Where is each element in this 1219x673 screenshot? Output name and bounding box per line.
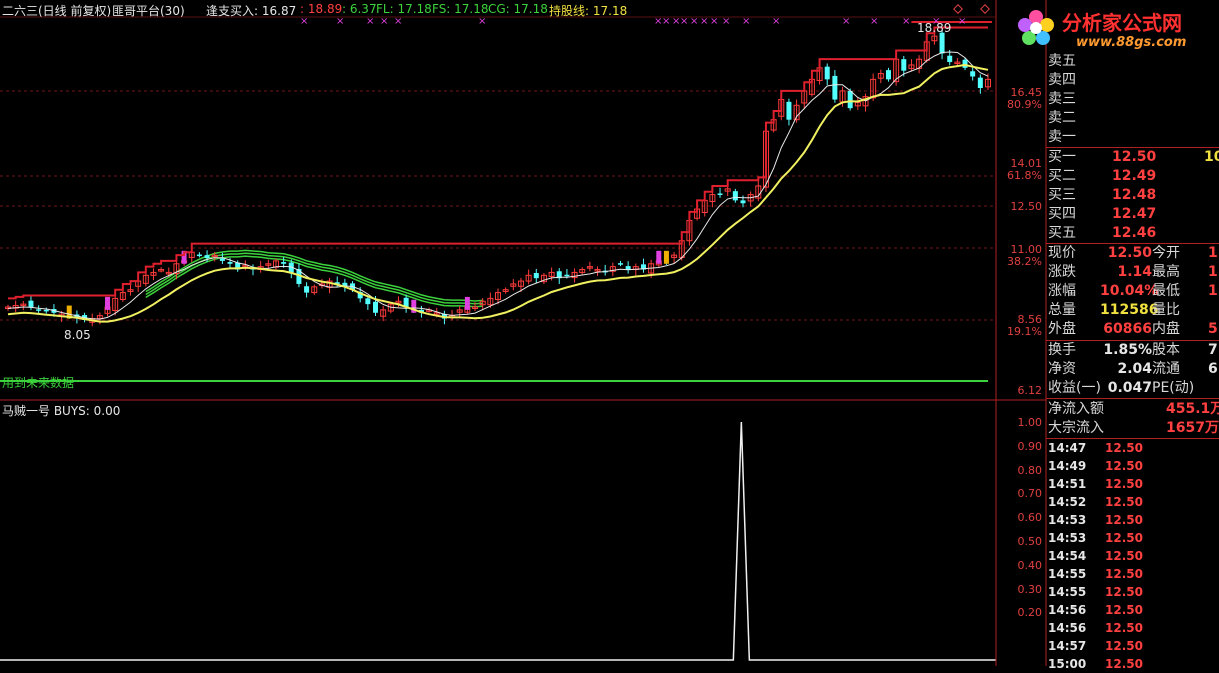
sub-y-label: 0.20 [1017,606,1043,620]
buy-label: 逢支买入: 16.87 [206,4,297,18]
candle-body [947,55,953,63]
header-cg: CG: 17.18 [488,2,548,16]
candle-body [365,298,371,305]
signal-marker: × [742,16,750,27]
sell-level-label: 卖三 [1048,91,1076,107]
candle-body [732,191,738,201]
sub-y-label: 0.30 [1017,582,1043,596]
signal-marker: × [902,16,910,27]
sub-y-label: 0.80 [1017,463,1043,477]
stock-title: 二六三(日线 前复权) [2,4,112,18]
candle-body [962,59,968,68]
header-fl: FL: 17.18 [376,2,432,16]
candle-body [36,309,42,311]
signal-candle [656,250,662,264]
indicator-name: 匪哥平台(30) [112,4,185,18]
y-label-6: 6.12 [1017,384,1043,397]
candle-body [717,193,723,195]
future-data-note: 用到未来数据 [2,376,75,390]
signal-marker: × [478,16,486,27]
logo-text: 分析家公式网 [1062,11,1182,35]
candle-body [219,258,225,261]
candle-body [970,71,976,77]
signal-marker: × [690,16,698,27]
sub-y-label: 0.90 [1017,439,1043,453]
chart-frame [0,0,1047,666]
header-fs: FS: 17.18 [432,2,489,16]
flower-logo-icon [1016,8,1056,48]
sub-y-label: 1.00 [1017,416,1043,429]
y-pct-4: 38.2% [1007,255,1042,268]
candle-body [281,262,287,264]
sell-level-label: 卖一 [1048,129,1076,145]
low-annotation: 8.05 [64,328,91,342]
candle-body [196,254,202,257]
signal-marker: × [366,16,374,27]
candle-body [618,263,623,265]
logo: 分析家公式网 www.88gs.com [1010,2,1219,54]
candle-body [304,286,310,293]
signal-marker: × [772,16,780,27]
sub-y-label: 0.60 [1017,511,1043,525]
high-annotation: 18.89 [917,21,952,35]
candle-body [901,59,907,71]
candle-body [564,274,570,277]
candle-body [832,75,838,100]
sub-y-label: 0.40 [1017,558,1043,572]
signal-marker: × [710,16,718,27]
y-pct-2: 61.8% [1007,169,1042,182]
signal-marker: × [958,16,966,27]
signal-marker: × [300,16,308,27]
sub-chart-title: 马贼一号 BUYS: 0.00 [2,404,121,418]
y-label-3: 12.50 [1010,200,1043,213]
ma-white-line [7,51,989,320]
sub-indicator [0,421,996,661]
y-pct-1: 80.9% [1007,98,1042,111]
candle-body [847,90,853,109]
signal-candle [663,250,669,264]
candle-body [227,262,233,264]
grid-lines [0,90,996,321]
sub-y-label: 0.50 [1017,535,1043,548]
signal-candle [464,296,470,310]
sell-level-label: 卖二 [1048,110,1076,126]
candle-body [28,300,34,308]
signal-marker: × [336,16,344,27]
header-v1: : 18.89 [300,2,343,16]
sell-level-label: 卖四 [1048,72,1076,88]
candle-body [786,101,792,120]
panel-sep [1046,398,1219,399]
candle-body [885,70,891,80]
sub-y-label: 0.70 [1017,487,1043,501]
sell-level-label: 卖五 [1048,53,1076,69]
signal-marker: × [842,16,850,27]
candle-body [824,66,830,80]
signal-marker: × [680,16,688,27]
candle-body [939,32,945,54]
header-v2: : 6.37 [342,2,377,16]
signal-marker: × [394,16,402,27]
signal-candle [105,296,111,310]
platform-step-line [8,26,988,300]
signal-marker: × [870,16,878,27]
diamond-icon [980,4,990,14]
signal-marker: × [700,16,708,27]
diamond-icon [953,4,963,14]
signal-marker: × [662,16,670,27]
signal-marker: × [380,16,388,27]
candle-body [204,255,210,259]
candle-body [533,273,539,279]
candle-body [625,266,631,270]
candlestick-series [5,29,991,327]
header-hold: 持股线: 17.18 [549,4,628,18]
candle-body [373,301,378,313]
candle-body [740,200,746,204]
signal-marker: × [722,16,730,27]
logo-url: www.88gs.com [1076,35,1187,50]
y-pct-5: 19.1% [1007,325,1042,338]
candle-body [977,77,983,88]
candle-body [43,309,49,312]
